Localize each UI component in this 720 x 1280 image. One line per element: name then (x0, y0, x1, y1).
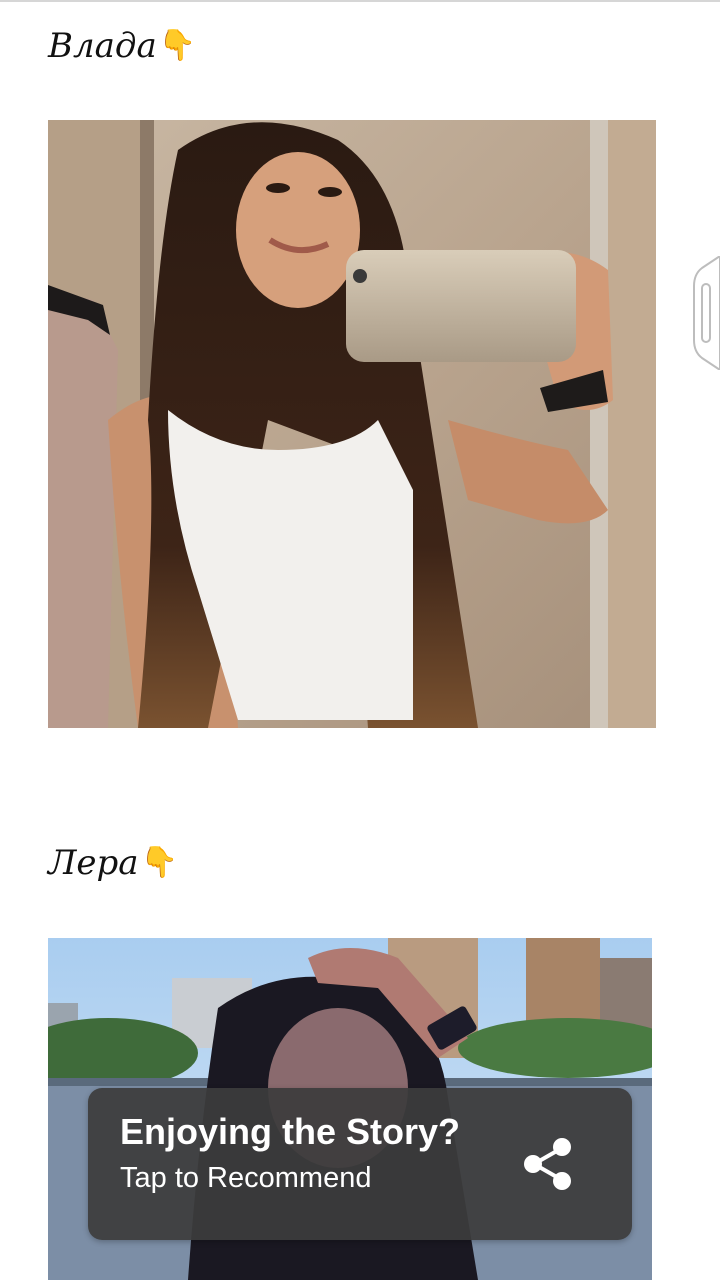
toast-title: Enjoying the Story? (120, 1111, 461, 1152)
share-icon[interactable] (518, 1134, 578, 1194)
post-heading-lera: Лера 👇 (48, 843, 178, 883)
side-drawer-handle[interactable] (692, 254, 720, 372)
pointing-down-icon: 👇 (158, 28, 197, 63)
recommend-toast[interactable]: Enjoying the Story? Tap to Recommend (88, 1088, 632, 1240)
post-name: Лера (48, 843, 139, 883)
pointing-down-icon: 👇 (140, 845, 178, 880)
post-photo-vlada[interactable] (48, 120, 656, 728)
top-divider (0, 0, 720, 2)
toast-subtitle: Tap to Recommend (120, 1162, 372, 1194)
post-heading-vlada: Влада 👇 (48, 26, 196, 66)
post-name: Влада (48, 26, 157, 66)
